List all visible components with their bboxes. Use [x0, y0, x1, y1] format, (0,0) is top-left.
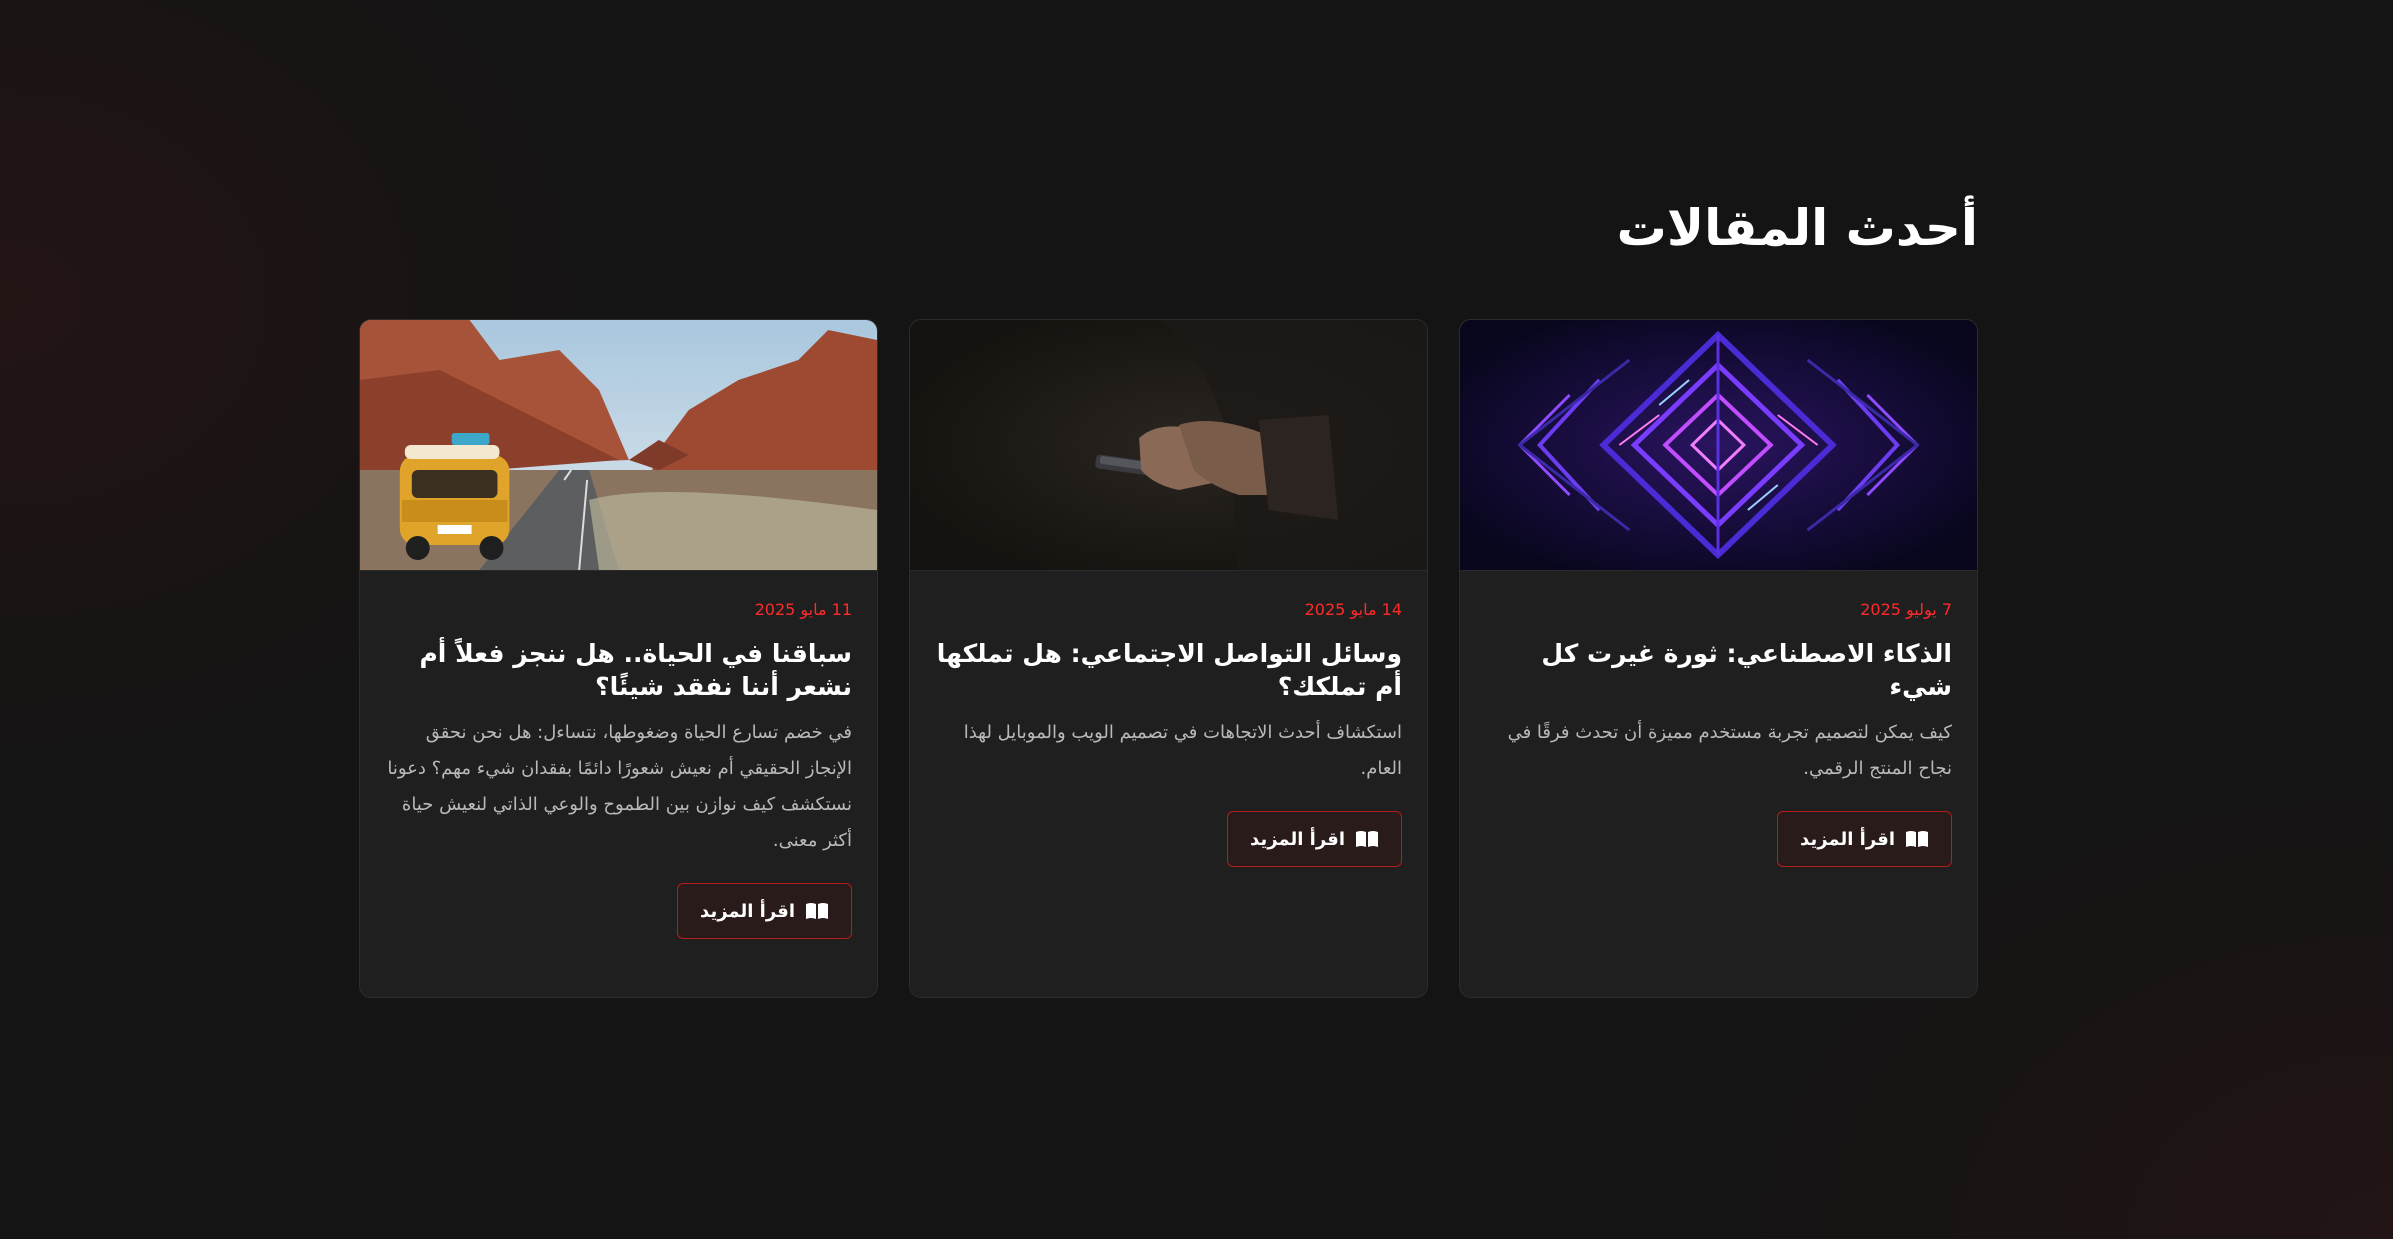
read-more-label: اقرأ المزيد [1800, 828, 1895, 850]
open-book-icon [805, 902, 829, 920]
article-card-body: 14 مايو 2025 وسائل التواصل الاجتماعي: هل… [910, 571, 1427, 867]
article-date: 11 مايو 2025 [754, 600, 852, 619]
article-card[interactable]: 7 يوليو 2025 الذكاء الاصطناعي: ثورة غيرت… [1459, 319, 1978, 998]
article-card-body: 11 مايو 2025 سباقنا في الحياة.. هل ننجز … [360, 571, 877, 939]
article-card[interactable]: 11 مايو 2025 سباقنا في الحياة.. هل ننجز … [359, 319, 878, 998]
latest-articles-section: أحدث المقالات 7 يوليو 2025 الذكاء الاصطن… [359, 0, 1978, 1239]
read-more-label: اقرأ المزيد [700, 900, 795, 922]
articles-grid: 7 يوليو 2025 الذكاء الاصطناعي: ثورة غيرت… [359, 319, 1978, 999]
article-title[interactable]: وسائل التواصل الاجتماعي: هل تملكها أم تم… [935, 637, 1402, 703]
read-more-label: اقرأ المزيد [1250, 828, 1345, 850]
article-card-body: 7 يوليو 2025 الذكاء الاصطناعي: ثورة غيرت… [1460, 571, 1977, 867]
article-excerpt: استكشاف أحدث الاتجاهات في تصميم الويب وا… [963, 722, 1402, 779]
article-card[interactable]: 14 مايو 2025 وسائل التواصل الاجتماعي: هل… [909, 319, 1428, 998]
article-image-van[interactable] [360, 320, 877, 571]
article-image-ai[interactable] [1460, 320, 1977, 571]
article-title[interactable]: سباقنا في الحياة.. هل ننجز فعلاً أم نشعر… [385, 637, 852, 703]
open-book-icon [1905, 830, 1929, 848]
article-date: 7 يوليو 2025 [1860, 600, 1952, 619]
section-title: أحدث المقالات [1616, 199, 1978, 257]
article-date: 14 مايو 2025 [1304, 600, 1402, 619]
article-excerpt: كيف يمكن لتصميم تجربة مستخدم مميزة أن تح… [1507, 722, 1952, 779]
open-book-icon [1355, 830, 1379, 848]
article-title[interactable]: الذكاء الاصطناعي: ثورة غيرت كل شيء [1485, 637, 1952, 703]
read-more-button[interactable]: اقرأ المزيد [677, 883, 852, 939]
article-image-social[interactable] [910, 320, 1427, 571]
read-more-button[interactable]: اقرأ المزيد [1227, 811, 1402, 867]
article-excerpt: في خضم تسارع الحياة وضغوطها، نتساءل: هل … [387, 722, 852, 851]
read-more-button[interactable]: اقرأ المزيد [1777, 811, 1952, 867]
